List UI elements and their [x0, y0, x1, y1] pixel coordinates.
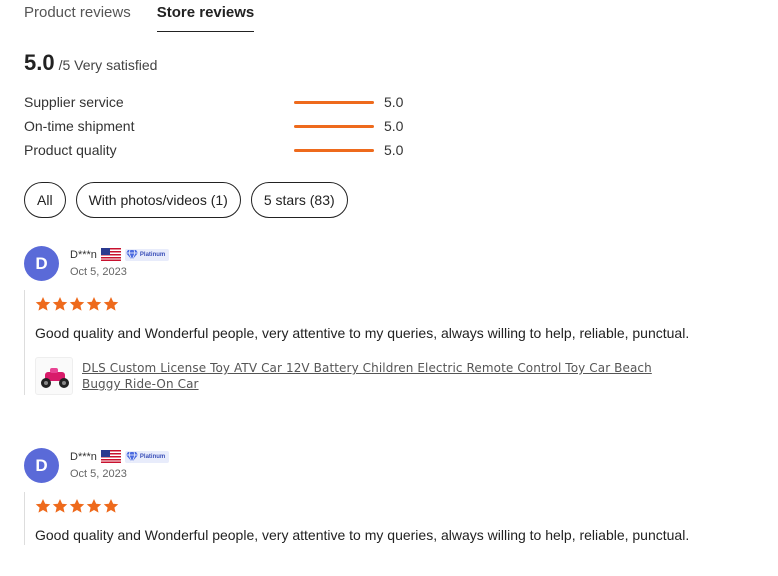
reviewer-name: D***n	[70, 450, 97, 463]
star-icon	[52, 297, 68, 311]
metric-value: 5.0	[384, 118, 404, 134]
overall-score: 5.0 /5 Very satisfied	[24, 50, 157, 76]
star-icon	[35, 499, 51, 513]
metric-bar-fill	[294, 125, 374, 128]
filter-all-button[interactable]: All	[24, 182, 66, 218]
metric-label: Supplier service	[24, 94, 124, 110]
avatar: D	[24, 448, 59, 483]
product-thumbnail[interactable]	[35, 357, 73, 395]
filter-with-photos-button[interactable]: With photos/videos (1)	[75, 182, 241, 218]
avatar: D	[24, 246, 59, 281]
metric-bar	[294, 149, 374, 152]
metric-on-time-shipment: On-time shipment 5.0	[24, 116, 424, 140]
star-rating	[35, 296, 744, 312]
star-icon	[69, 297, 85, 311]
metric-value: 5.0	[384, 94, 404, 110]
review-item: D D***n Platinum Oct 5, 2023 Good qualit…	[24, 448, 744, 545]
metric-supplier-service: Supplier service 5.0	[24, 92, 424, 116]
star-rating	[35, 498, 744, 514]
review-header: D D***n Platinum Oct 5, 2023	[24, 246, 744, 290]
star-icon	[69, 499, 85, 513]
review-tabs: Product reviews Store reviews	[24, 0, 280, 32]
score-suffix: /5 Very satisfied	[58, 57, 158, 73]
metric-bar-fill	[294, 101, 374, 104]
tab-store-reviews[interactable]: Store reviews	[156, 0, 254, 32]
star-icon	[86, 297, 102, 311]
platinum-badge: Platinum	[124, 450, 170, 463]
review-item: D D***n Platinum Oct 5, 2023 Good qualit…	[24, 246, 744, 395]
metric-product-quality: Product quality 5.0	[24, 140, 424, 164]
metric-value: 5.0	[384, 142, 404, 158]
star-icon	[103, 297, 119, 311]
reviewer-info: D***n Platinum	[70, 450, 170, 463]
metric-bar	[294, 101, 374, 104]
reviewer-info: D***n Platinum	[70, 248, 170, 261]
badge-label: Platinum	[139, 251, 166, 258]
review-body: Good quality and Wonderful people, very …	[24, 492, 744, 545]
us-flag-icon	[100, 248, 121, 261]
reviewer-name: D***n	[70, 248, 97, 261]
score-value: 5.0	[24, 50, 55, 75]
product-link[interactable]: DLS Custom License Toy ATV Car 12V Batte…	[82, 360, 682, 395]
review-date: Oct 5, 2023	[70, 266, 127, 278]
badge-label: Platinum	[139, 453, 166, 460]
review-filters: All With photos/videos (1) 5 stars (83)	[24, 182, 358, 218]
review-body: Good quality and Wonderful people, very …	[24, 290, 744, 395]
review-text: Good quality and Wonderful people, very …	[35, 325, 690, 341]
filter-5-stars-button[interactable]: 5 stars (83)	[250, 182, 348, 218]
metric-label: Product quality	[24, 142, 117, 158]
star-icon	[86, 499, 102, 513]
review-header: D D***n Platinum Oct 5, 2023	[24, 448, 744, 492]
metric-label: On-time shipment	[24, 118, 135, 134]
star-icon	[103, 499, 119, 513]
review-text: Good quality and Wonderful people, very …	[35, 527, 690, 543]
metric-bar-fill	[294, 149, 374, 152]
diamond-icon	[125, 451, 138, 462]
star-icon	[52, 499, 68, 513]
star-icon	[35, 297, 51, 311]
rating-metrics: Supplier service 5.0 On-time shipment 5.…	[24, 92, 424, 164]
toy-atv-icon	[41, 368, 69, 388]
us-flag-icon	[100, 450, 121, 463]
platinum-badge: Platinum	[124, 248, 170, 261]
metric-bar	[294, 125, 374, 128]
reviewed-product: DLS Custom License Toy ATV Car 12V Batte…	[35, 357, 744, 395]
tab-product-reviews[interactable]: Product reviews	[24, 0, 131, 32]
review-date: Oct 5, 2023	[70, 468, 127, 480]
diamond-icon	[125, 249, 138, 260]
